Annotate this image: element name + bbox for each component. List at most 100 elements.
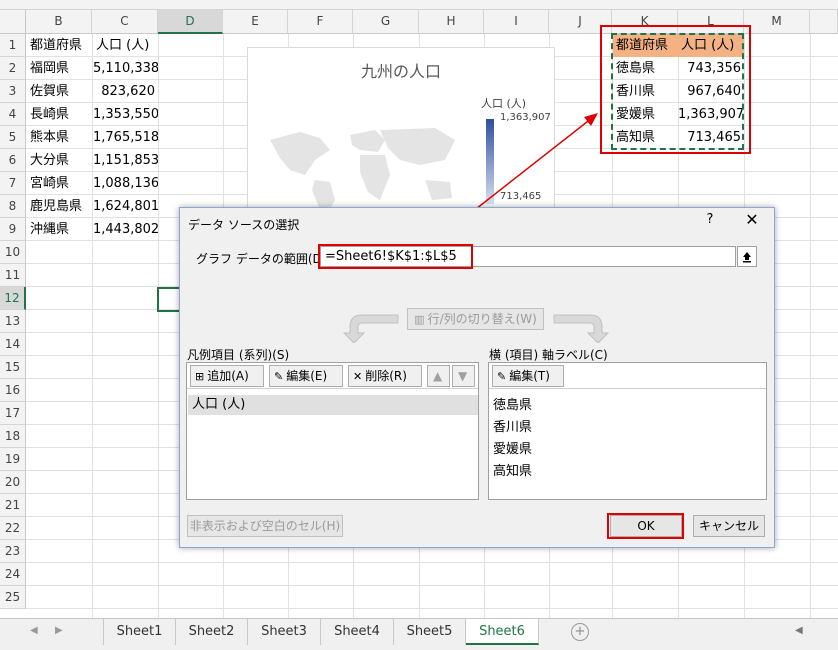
gridline <box>26 585 838 586</box>
row-header-1[interactable]: 1 <box>0 34 26 57</box>
column-header-n[interactable] <box>810 10 838 34</box>
cell-c3[interactable]: 823,620 <box>93 80 158 103</box>
tab-sheet1[interactable]: Sheet1 <box>103 619 176 645</box>
edit-axis-button[interactable]: ✎ 編集(T) <box>492 365 564 387</box>
tab-sheet2[interactable]: Sheet2 <box>176 619 248 645</box>
column-header-m[interactable]: M <box>744 10 810 34</box>
axis-item[interactable]: 愛媛県 <box>493 438 532 457</box>
row-header-20[interactable]: 20 <box>0 471 26 494</box>
row-header-11[interactable]: 11 <box>0 264 26 287</box>
column-header-i[interactable]: I <box>484 10 549 34</box>
cell-b6[interactable]: 大分県 <box>27 149 92 172</box>
column-header-f[interactable]: F <box>288 10 353 34</box>
row-header-19[interactable]: 19 <box>0 448 26 471</box>
row-header-13[interactable]: 13 <box>0 310 26 333</box>
cell-b9[interactable]: 沖縄県 <box>27 218 92 241</box>
row-header-4[interactable]: 4 <box>0 103 26 126</box>
tab-sheet3[interactable]: Sheet3 <box>248 619 321 645</box>
row-header-3[interactable]: 3 <box>0 80 26 103</box>
column-header-g[interactable]: G <box>353 10 419 34</box>
cell-c8[interactable]: 1,624,801 <box>93 195 158 218</box>
close-button[interactable]: ✕ <box>740 210 764 229</box>
row-header-21[interactable]: 21 <box>0 494 26 517</box>
dialog-title: データ ソースの選択 <box>188 218 300 232</box>
add-sheet-icon[interactable]: + <box>571 623 589 641</box>
cell-b4[interactable]: 長崎県 <box>27 103 92 126</box>
world-map-icon <box>270 128 455 218</box>
cell-b2[interactable]: 福岡県 <box>27 57 92 80</box>
cancel-button[interactable]: キャンセル <box>693 515 765 537</box>
chart-range-label: グラフ データの範囲(D): <box>196 252 331 266</box>
row-header-10[interactable]: 10 <box>0 241 26 264</box>
row-header-25[interactable]: 25 <box>0 586 26 609</box>
cell-c6[interactable]: 1,151,853 <box>93 149 158 172</box>
cell-c9[interactable]: 1,443,802 <box>93 218 158 241</box>
select-all-corner[interactable] <box>0 10 26 34</box>
scroll-left-icon[interactable]: ◀ <box>795 625 803 636</box>
row-header-23[interactable]: 23 <box>0 540 26 563</box>
row-header-24[interactable]: 24 <box>0 563 26 586</box>
gridline <box>26 608 838 609</box>
tab-sheet5[interactable]: Sheet5 <box>394 619 466 645</box>
tab-sheet6[interactable]: Sheet6 <box>466 619 539 645</box>
cell-c2[interactable]: 5,110,338 <box>93 57 158 80</box>
column-header-h[interactable]: H <box>419 10 484 34</box>
cell-c7[interactable]: 1,088,136 <box>93 172 158 195</box>
axis-item[interactable]: 徳島県 <box>493 394 532 413</box>
row-header-22[interactable]: 22 <box>0 517 26 540</box>
column-header-c[interactable]: C <box>92 10 158 34</box>
row-header-6[interactable]: 6 <box>0 149 26 172</box>
cell-b3[interactable]: 佐賀県 <box>27 80 92 103</box>
column-header-b[interactable]: B <box>26 10 92 34</box>
row-header-14[interactable]: 14 <box>0 333 26 356</box>
row-header-9[interactable]: 9 <box>0 218 26 241</box>
edit-pencil-icon: ✎ <box>274 370 284 383</box>
axis-item[interactable]: 香川県 <box>493 416 532 435</box>
row-header-12[interactable]: 12 <box>0 287 26 310</box>
move-down-button[interactable]: ▼ <box>452 365 475 387</box>
column-header-d[interactable]: D <box>158 10 223 34</box>
row-header-8[interactable]: 8 <box>0 195 26 218</box>
annotation-range-highlight <box>318 244 473 269</box>
legend-entries-panel: ⊞ 追加(A) ✎ 編集(E) ✕ 削除(R) ▲ ▼ 人口 (人) <box>186 362 479 500</box>
legend-gradient <box>486 119 494 204</box>
collapse-dialog-button[interactable] <box>737 246 757 267</box>
add-series-button[interactable]: ⊞ 追加(A) <box>190 365 264 387</box>
cell-b7[interactable]: 宮崎県 <box>27 172 92 195</box>
axis-item[interactable]: 高知県 <box>493 460 532 479</box>
prev-sheet-icon[interactable]: ◀ <box>30 625 38 636</box>
help-button[interactable]: ? <box>700 212 720 227</box>
edit-series-button[interactable]: ✎ 編集(E) <box>269 365 343 387</box>
collapse-up-icon <box>743 252 751 263</box>
series-item[interactable]: 人口 (人) <box>188 395 478 415</box>
next-sheet-icon[interactable]: ▶ <box>55 625 63 636</box>
row-header-15[interactable]: 15 <box>0 356 26 379</box>
switch-row-column-button[interactable]: ▥ 行/列の切り替え(W) <box>407 308 544 330</box>
delete-x-icon: ✕ <box>353 370 363 383</box>
cell-b1[interactable]: 都道府県 <box>27 34 92 57</box>
cell-c4[interactable]: 1,353,550 <box>93 103 158 126</box>
hidden-empty-cells-button[interactable]: 非表示および空白のセル(H) <box>187 515 343 537</box>
legend-min-label: 713,465 <box>500 191 542 202</box>
row-header-2[interactable]: 2 <box>0 57 26 80</box>
row-header-5[interactable]: 5 <box>0 126 26 149</box>
row-header-7[interactable]: 7 <box>0 172 26 195</box>
tab-sheet4[interactable]: Sheet4 <box>321 619 394 645</box>
cell-c5[interactable]: 1,765,518 <box>93 126 158 149</box>
row-header-17[interactable]: 17 <box>0 402 26 425</box>
row-header-18[interactable]: 18 <box>0 425 26 448</box>
move-up-button[interactable]: ▲ <box>427 365 450 387</box>
switch-row-column-label: 行/列の切り替え(W) <box>427 312 537 326</box>
axis-labels-panel: ✎ 編集(T) 徳島県 香川県 愛媛県 高知県 <box>488 362 767 500</box>
delete-series-button[interactable]: ✕ 削除(R) <box>348 365 422 387</box>
row-header-16[interactable]: 16 <box>0 379 26 402</box>
column-header-e[interactable]: E <box>223 10 288 34</box>
series-toolbar: ⊞ 追加(A) ✎ 編集(E) ✕ 削除(R) ▲ ▼ <box>187 363 478 389</box>
cell-c1[interactable]: 人口 (人) <box>93 34 158 57</box>
select-data-source-dialog[interactable]: データ ソースの選択 ? ✕ グラフ データの範囲(D): =Sheet6!$K… <box>179 207 775 548</box>
add-series-label: 追加(A) <box>207 369 249 383</box>
cell-b8[interactable]: 鹿児島県 <box>27 195 92 218</box>
cell-b5[interactable]: 熊本県 <box>27 126 92 149</box>
legend-title: 人口 (人) <box>481 97 527 110</box>
map-chart[interactable]: 九州の人口 人口 (人) 1,363,907 713,465 <box>247 47 555 218</box>
